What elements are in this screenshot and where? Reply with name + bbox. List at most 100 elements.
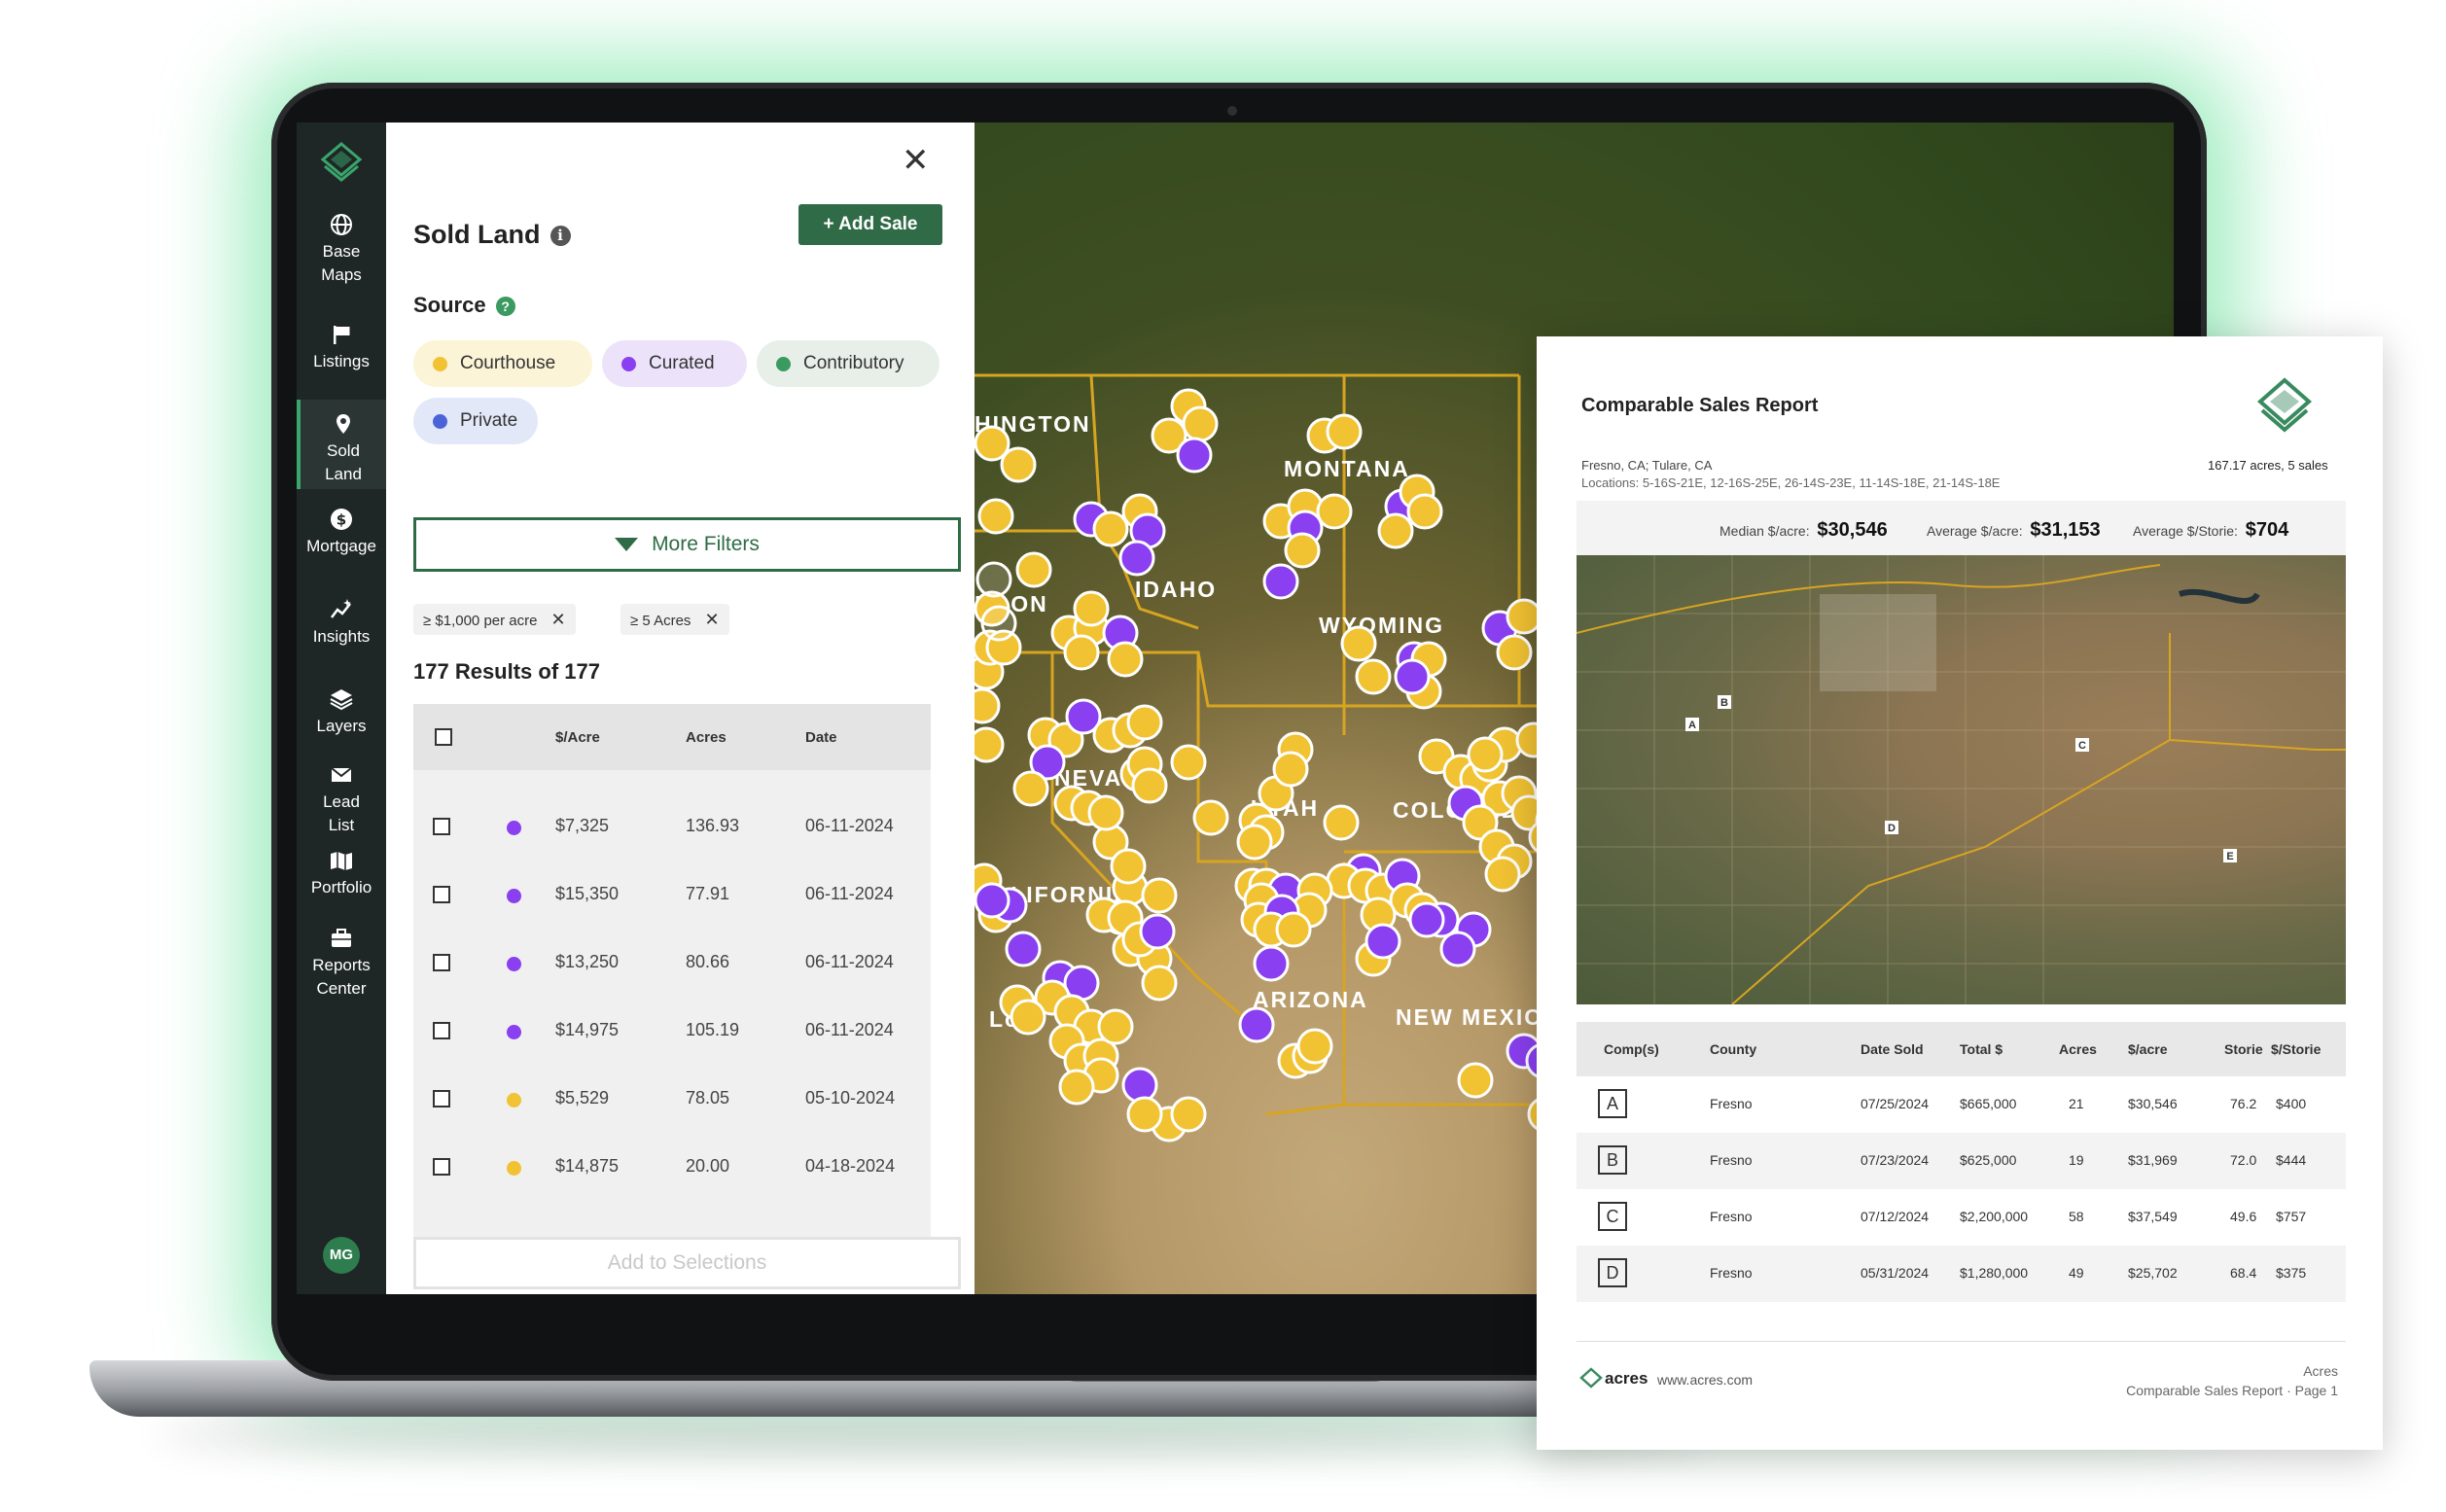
sidebar-item-portfolio[interactable]: Portfolio bbox=[297, 848, 386, 899]
map-marker[interactable] bbox=[1506, 598, 1542, 635]
map-marker[interactable] bbox=[1141, 965, 1178, 1002]
remove-filter-icon[interactable]: ✕ bbox=[550, 610, 565, 629]
map-marker[interactable] bbox=[1141, 877, 1178, 914]
map-marker[interactable] bbox=[1439, 931, 1476, 967]
map-marker[interactable] bbox=[1087, 794, 1124, 831]
map-marker[interactable] bbox=[1323, 804, 1360, 841]
map-marker[interactable] bbox=[1496, 634, 1533, 671]
row-per-storie: $400 bbox=[2276, 1096, 2307, 1111]
column-header-county: County bbox=[1710, 1041, 1757, 1057]
map-marker[interactable] bbox=[1236, 824, 1273, 861]
map-marker[interactable] bbox=[1192, 799, 1229, 836]
sidebar-item-layers[interactable]: Layers bbox=[297, 686, 386, 738]
map-marker[interactable] bbox=[975, 687, 1001, 724]
map-marker[interactable] bbox=[1139, 913, 1176, 950]
table-row[interactable]: $15,350 77.91 06-11-2024 bbox=[413, 860, 931, 928]
comp-label: A bbox=[1598, 1089, 1627, 1118]
map-marker[interactable] bbox=[1326, 413, 1363, 450]
row-checkbox[interactable] bbox=[433, 886, 450, 903]
sidebar-item-reports-center[interactable]: Reports Center bbox=[297, 926, 386, 1001]
row-checkbox[interactable] bbox=[433, 1022, 450, 1039]
remove-filter-icon[interactable]: ✕ bbox=[704, 610, 719, 629]
source-chip-curated[interactable]: Curated bbox=[602, 340, 747, 387]
map-marker[interactable] bbox=[975, 561, 1012, 598]
map-marker[interactable] bbox=[1063, 634, 1100, 671]
map-marker[interactable] bbox=[1015, 551, 1052, 588]
map-marker[interactable] bbox=[1182, 405, 1219, 442]
map-marker[interactable] bbox=[1010, 999, 1046, 1036]
help-icon[interactable]: ? bbox=[495, 297, 515, 317]
source-chip-courthouse[interactable]: Courthouse bbox=[413, 340, 592, 387]
comparable-sales-report: Comparable Sales Report Fresno, CA; Tula… bbox=[1537, 336, 2383, 1450]
map-marker[interactable] bbox=[1058, 1069, 1095, 1106]
table-row[interactable]: $7,325 136.93 06-11-2024 bbox=[413, 791, 931, 860]
map-marker[interactable] bbox=[1296, 1028, 1333, 1065]
acres-logo-icon[interactable] bbox=[319, 140, 364, 185]
row-checkbox[interactable] bbox=[433, 818, 450, 835]
map-marker[interactable] bbox=[1467, 736, 1504, 773]
add-to-selections-button[interactable]: Add to Selections bbox=[413, 1237, 961, 1289]
map-marker[interactable] bbox=[1126, 1096, 1163, 1133]
table-row[interactable]: $13,250 80.66 06-11-2024 bbox=[413, 928, 931, 996]
source-chip-private[interactable]: Private bbox=[413, 398, 538, 444]
map-marker[interactable] bbox=[1262, 563, 1299, 600]
source-chip-contributory[interactable]: Contributory bbox=[757, 340, 939, 387]
sidebar-item-lead-list[interactable]: Lead List bbox=[297, 762, 386, 837]
avatar[interactable]: MG bbox=[323, 1237, 360, 1274]
map-marker[interactable] bbox=[1272, 751, 1309, 788]
map-marker[interactable] bbox=[980, 605, 1017, 642]
map-marker[interactable] bbox=[1131, 767, 1168, 804]
sidebar-item-mortgage[interactable]: $ Mortgage bbox=[297, 507, 386, 558]
map-marker[interactable] bbox=[975, 425, 1010, 462]
close-icon[interactable]: ✕ bbox=[902, 144, 930, 177]
map-marker[interactable] bbox=[1408, 901, 1445, 938]
table-row[interactable]: $14,975 105.19 06-11-2024 bbox=[413, 996, 931, 1064]
map-marker[interactable] bbox=[975, 726, 1005, 763]
map-marker[interactable] bbox=[1170, 1096, 1207, 1133]
map-marker[interactable] bbox=[1118, 540, 1155, 577]
map-marker[interactable] bbox=[1176, 437, 1213, 474]
map-marker[interactable] bbox=[1253, 945, 1290, 982]
sidebar-item-insights[interactable]: Insights bbox=[297, 597, 386, 649]
map-marker[interactable] bbox=[1005, 931, 1042, 967]
map-marker[interactable] bbox=[1107, 641, 1144, 678]
map-marker[interactable] bbox=[1377, 512, 1414, 549]
map-marker[interactable] bbox=[1012, 770, 1049, 807]
map-marker[interactable] bbox=[1121, 1067, 1158, 1104]
map-marker[interactable] bbox=[1238, 1006, 1275, 1043]
map-marker[interactable] bbox=[1316, 493, 1353, 530]
map-marker[interactable] bbox=[1394, 658, 1431, 695]
map-marker[interactable] bbox=[1110, 848, 1147, 885]
map-marker[interactable] bbox=[1340, 625, 1377, 662]
sidebar-item-sold-land[interactable]: Sold Land bbox=[297, 400, 386, 489]
map-marker[interactable] bbox=[1406, 493, 1443, 530]
map-marker[interactable] bbox=[1365, 923, 1401, 960]
row-checkbox[interactable] bbox=[433, 954, 450, 971]
sidebar-item-listings[interactable]: Listings bbox=[297, 322, 386, 373]
sidebar-item-base-maps[interactable]: Base Maps bbox=[297, 212, 386, 287]
map-marker[interactable] bbox=[1457, 1062, 1494, 1099]
table-row[interactable]: $14,875 20.00 04-18-2024 bbox=[413, 1132, 931, 1200]
map-marker[interactable] bbox=[977, 498, 1014, 535]
map-marker[interactable] bbox=[975, 882, 1010, 919]
column-header-per-storie: $/Storie bbox=[2271, 1041, 2322, 1057]
map-marker[interactable] bbox=[1097, 1008, 1134, 1045]
select-all-checkbox[interactable] bbox=[435, 728, 452, 746]
page-title: Sold Land i bbox=[413, 220, 571, 250]
map-marker[interactable] bbox=[1126, 704, 1163, 741]
more-filters-button[interactable]: More Filters bbox=[413, 517, 961, 572]
field-grid bbox=[1577, 555, 2346, 1004]
map-marker[interactable] bbox=[1092, 510, 1129, 547]
map-marker[interactable] bbox=[1275, 911, 1312, 948]
add-sale-button[interactable]: + Add Sale bbox=[798, 204, 942, 245]
map-label-arizona: ARIZONA bbox=[1253, 987, 1368, 1012]
map-marker[interactable] bbox=[1073, 590, 1110, 627]
table-row[interactable]: $5,529 78.05 05-10-2024 bbox=[413, 1064, 931, 1132]
row-checkbox[interactable] bbox=[433, 1090, 450, 1108]
map-marker[interactable] bbox=[1484, 856, 1521, 893]
row-checkbox[interactable] bbox=[433, 1158, 450, 1176]
map-marker[interactable] bbox=[1355, 658, 1392, 695]
map-marker[interactable] bbox=[1170, 744, 1207, 781]
info-icon[interactable]: i bbox=[549, 226, 571, 247]
map-marker[interactable] bbox=[1284, 532, 1321, 569]
